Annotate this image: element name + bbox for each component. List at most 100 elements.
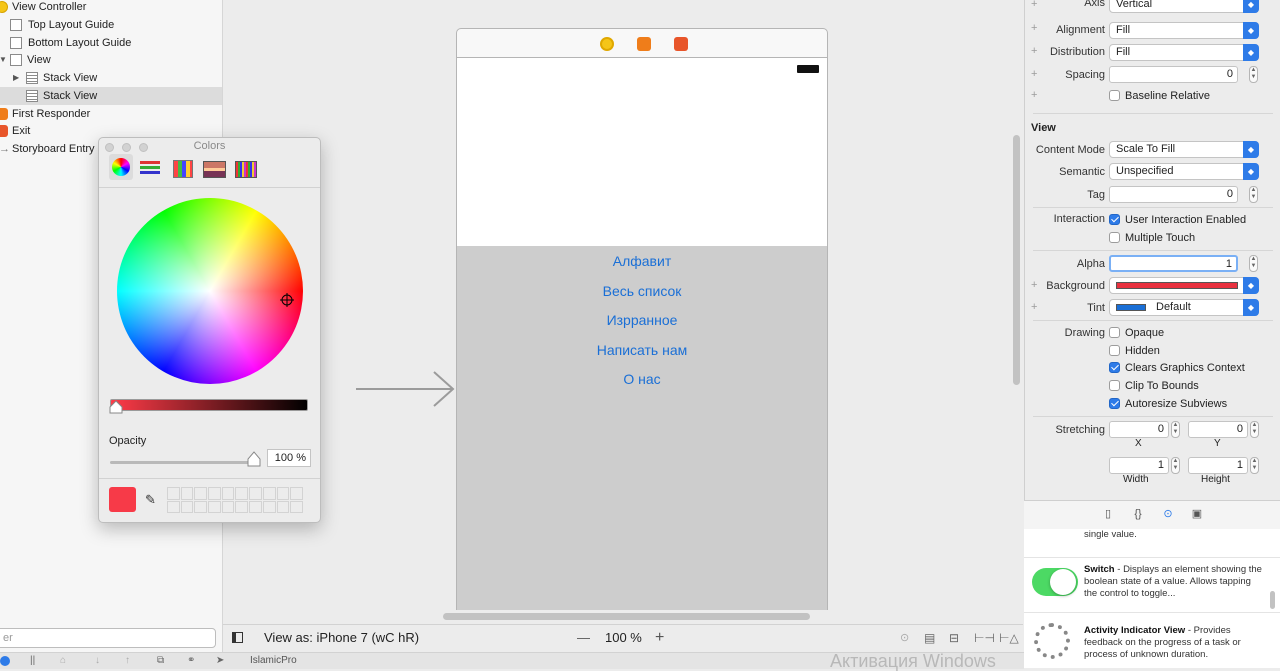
swatch-slot[interactable] bbox=[235, 500, 249, 513]
view-controller-view[interactable] bbox=[456, 58, 828, 246]
media-library-icon[interactable]: ▣ bbox=[1190, 507, 1204, 521]
step-over-icon[interactable]: ⌂ bbox=[60, 653, 66, 669]
tab-crayons[interactable] bbox=[235, 159, 257, 178]
autoresize-checkbox[interactable]: Autoresize Subviews bbox=[1109, 396, 1227, 412]
swatch-slot[interactable] bbox=[221, 500, 235, 513]
step-in-icon[interactable]: ↓ bbox=[95, 653, 100, 669]
file-template-icon[interactable]: ▯ bbox=[1101, 507, 1115, 521]
step-out-icon[interactable]: ↑ bbox=[125, 653, 130, 669]
plus-icon[interactable]: + bbox=[1031, 89, 1037, 101]
list-item[interactable]: Activity Indicator View - Provides feedb… bbox=[1024, 613, 1280, 668]
zoom-out-button[interactable]: — bbox=[577, 625, 590, 651]
hidden-checkbox[interactable]: Hidden bbox=[1109, 343, 1160, 359]
user-interaction-checkbox[interactable]: User Interaction Enabled bbox=[1109, 212, 1246, 228]
saved-swatches-grid[interactable] bbox=[167, 487, 303, 513]
alignment-popup[interactable]: Fill ◆ bbox=[1109, 22, 1259, 39]
align-icon[interactable]: ⊟ bbox=[949, 625, 959, 651]
tab-color-palettes[interactable] bbox=[172, 159, 193, 178]
about-button[interactable]: О нас bbox=[457, 371, 827, 387]
disclosure-down-icon[interactable]: ▼ bbox=[0, 51, 7, 69]
swatch-slot[interactable] bbox=[249, 487, 262, 500]
write-us-button[interactable]: Написать нам bbox=[457, 342, 827, 358]
canvas-horizontal-scrollbar[interactable] bbox=[443, 613, 810, 620]
swatch-slot[interactable] bbox=[208, 487, 221, 500]
view-hierarchy-icon[interactable]: ⧉ bbox=[157, 653, 164, 669]
opacity-field[interactable]: 100 % bbox=[267, 449, 311, 467]
stack-view[interactable]: Алфавит Весь список Изрранное Написать н… bbox=[456, 246, 828, 610]
full-list-button[interactable]: Весь список bbox=[457, 283, 827, 299]
distribution-popup[interactable]: Fill ◆ bbox=[1109, 44, 1259, 61]
stretch-width-stepper[interactable]: ▲ ▼ bbox=[1171, 457, 1180, 474]
list-item[interactable]: Switch - Displays an element showing the… bbox=[1024, 560, 1280, 613]
swatch-slot[interactable] bbox=[167, 487, 180, 500]
pause-icon[interactable]: || bbox=[30, 653, 35, 669]
swatch-slot[interactable] bbox=[167, 500, 180, 513]
swatch-slot[interactable] bbox=[180, 500, 194, 513]
code-snippet-icon[interactable]: {} bbox=[1131, 507, 1145, 521]
library-scrollbar[interactable] bbox=[1270, 591, 1275, 609]
update-frames-icon[interactable]: ⊙ bbox=[900, 625, 909, 651]
scheme-label[interactable]: IslamicPro bbox=[250, 653, 297, 669]
content-mode-popup[interactable]: Scale To Fill ◆ bbox=[1109, 141, 1259, 158]
stretch-x-stepper[interactable]: ▲ ▼ bbox=[1171, 421, 1180, 438]
tree-item-first-responder[interactable]: First Responder bbox=[0, 105, 222, 123]
object-library-list[interactable]: single value. Switch - Displays an eleme… bbox=[1024, 529, 1280, 668]
swatch-slot[interactable] bbox=[290, 500, 303, 513]
color-wheel[interactable] bbox=[117, 198, 303, 384]
semantic-popup[interactable]: Unspecified ◆ bbox=[1109, 163, 1259, 180]
opacity-slider[interactable] bbox=[110, 461, 255, 464]
exit-icon[interactable] bbox=[674, 37, 688, 51]
breakpoints-icon[interactable] bbox=[0, 656, 10, 666]
location-icon[interactable]: ➤ bbox=[216, 653, 224, 669]
swatch-slot[interactable] bbox=[276, 487, 290, 500]
opacity-slider-knob[interactable] bbox=[247, 451, 261, 467]
current-color-swatch[interactable] bbox=[109, 487, 136, 512]
stretch-height-field[interactable]: 1 bbox=[1188, 457, 1248, 474]
clears-context-checkbox[interactable]: Clears Graphics Context bbox=[1109, 360, 1245, 376]
list-item[interactable]: single value. bbox=[1024, 529, 1280, 558]
pin-icon[interactable]: ⊢⊣ bbox=[974, 625, 995, 651]
tree-item-stack-view-1[interactable]: ▶ Stack View bbox=[0, 69, 222, 87]
tab-color-wheel[interactable] bbox=[109, 154, 133, 180]
opaque-checkbox[interactable]: Opaque bbox=[1109, 325, 1164, 341]
spacing-stepper[interactable]: ▲ ▼ bbox=[1249, 66, 1258, 83]
alphabet-button[interactable]: Алфавит bbox=[457, 253, 827, 269]
swatch-slot[interactable] bbox=[249, 500, 262, 513]
alpha-field[interactable]: 1 bbox=[1109, 255, 1238, 272]
stretch-height-stepper[interactable]: ▲ ▼ bbox=[1250, 457, 1259, 474]
brightness-slider-knob[interactable] bbox=[109, 400, 123, 414]
spacing-field[interactable]: 0 bbox=[1109, 66, 1238, 83]
swatch-slot[interactable] bbox=[290, 487, 303, 500]
color-picker-crosshair-icon[interactable] bbox=[280, 293, 294, 307]
entry-point-arrow[interactable] bbox=[356, 370, 456, 408]
object-library-icon[interactable]: ⊙ bbox=[1161, 507, 1175, 521]
toggle-outline-icon[interactable] bbox=[232, 632, 243, 643]
tree-item-stack-view-2[interactable]: Stack View bbox=[0, 87, 222, 105]
favorites-button[interactable]: Изрранное bbox=[457, 312, 827, 328]
tree-item-view-controller[interactable]: View Controller bbox=[0, 0, 222, 16]
tree-item-bottom-layout-guide[interactable]: Bottom Layout Guide bbox=[0, 34, 222, 52]
stretch-x-field[interactable]: 0 bbox=[1109, 421, 1169, 438]
swatch-slot[interactable] bbox=[235, 487, 249, 500]
swatch-slot[interactable] bbox=[180, 487, 194, 500]
tab-image-palettes[interactable] bbox=[203, 159, 226, 178]
swatch-slot[interactable] bbox=[276, 500, 290, 513]
memory-graph-icon[interactable]: ⚭ bbox=[187, 653, 195, 669]
swatch-slot[interactable] bbox=[208, 500, 221, 513]
axis-popup[interactable]: Vertical ◆ bbox=[1109, 0, 1259, 13]
stretch-width-field[interactable]: 1 bbox=[1109, 457, 1169, 474]
view-controller-icon[interactable] bbox=[600, 37, 614, 51]
tint-color-popup[interactable]: Default ◆ bbox=[1109, 299, 1259, 316]
disclosure-right-icon[interactable]: ▶ bbox=[13, 69, 19, 87]
tag-field[interactable]: 0 bbox=[1109, 186, 1238, 203]
zoom-in-button[interactable]: + bbox=[655, 625, 664, 651]
multiple-touch-checkbox[interactable]: Multiple Touch bbox=[1109, 230, 1195, 246]
tag-stepper[interactable]: ▲ ▼ bbox=[1249, 186, 1258, 203]
first-responder-icon[interactable] bbox=[637, 37, 651, 51]
brightness-slider[interactable] bbox=[110, 399, 308, 411]
swatch-slot[interactable] bbox=[194, 487, 208, 500]
alpha-stepper[interactable]: ▲ ▼ bbox=[1249, 255, 1258, 272]
swatch-slot[interactable] bbox=[262, 487, 276, 500]
swatch-slot[interactable] bbox=[194, 500, 208, 513]
embed-stack-icon[interactable]: ▤ bbox=[924, 625, 935, 651]
